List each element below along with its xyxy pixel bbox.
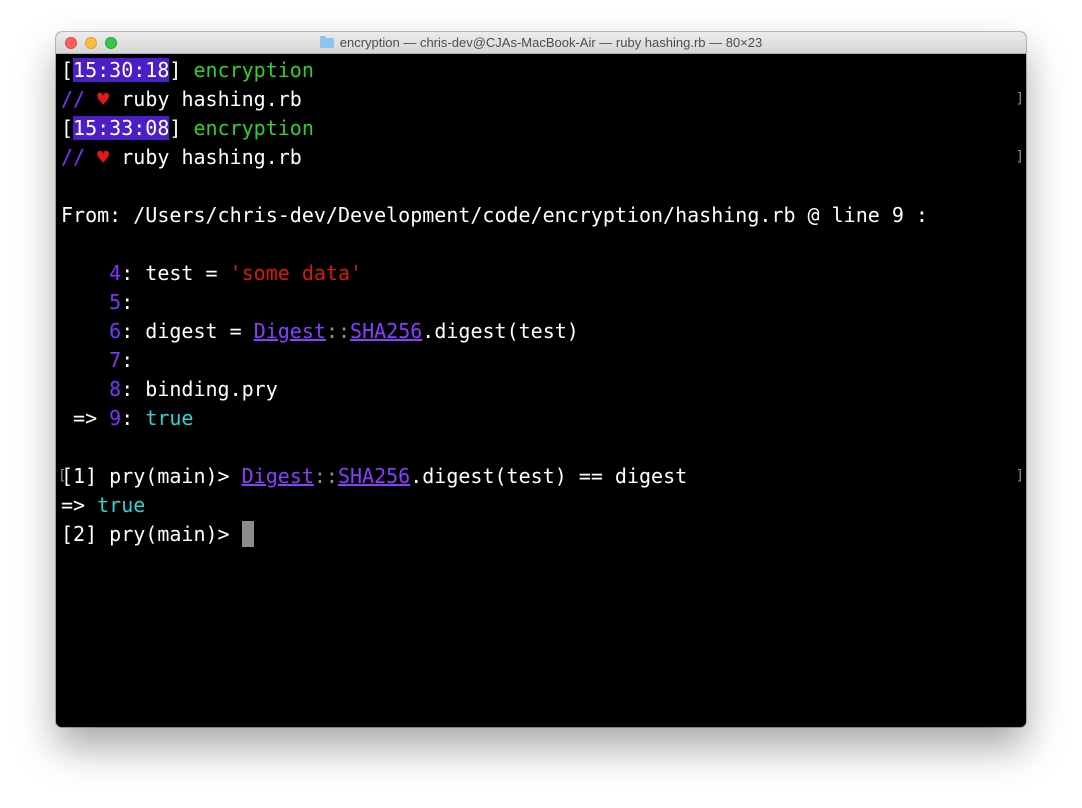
text-cursor xyxy=(241,521,254,547)
bracket-close: ] xyxy=(169,116,182,140)
pry-prompt: [1] pry(main)> xyxy=(61,464,242,488)
repl-result-line: => true xyxy=(61,493,146,517)
repl-input-line: [1] pry(main)> Digest::SHA256.digest(tes… xyxy=(61,464,688,488)
terminal-content[interactable]: [15:30:18] encryption // ♥ ruby hashing.… xyxy=(56,54,1026,727)
code-line-7: 7: xyxy=(109,348,134,372)
title-bar[interactable]: encryption — chris-dev@CJAs-MacBook-Air … xyxy=(56,32,1026,54)
line-marker: ] xyxy=(1015,91,1024,107)
code-line-6: 6: digest = Digest::SHA256.digest(test) xyxy=(109,319,579,343)
line-marker: ] xyxy=(1015,149,1024,165)
repl-input-line[interactable]: [2] pry(main)> xyxy=(61,520,254,549)
timestamp: 15:33:08 xyxy=(73,116,170,140)
prompt-line: [15:30:18] encryption xyxy=(61,56,314,85)
line-marker: [ xyxy=(58,468,67,484)
command-text: ruby hashing.rb xyxy=(121,145,302,169)
window-title-wrap: encryption — chris-dev@CJAs-MacBook-Air … xyxy=(56,32,1026,53)
bracket-close: ] xyxy=(169,58,182,82)
timestamp: 15:30:18 xyxy=(73,58,170,82)
prompt-slashes: // xyxy=(61,145,86,169)
command-line: // ♥ ruby hashing.rb xyxy=(61,85,302,114)
line-number: 6 xyxy=(109,319,122,343)
module-link[interactable]: SHA256 xyxy=(350,319,422,343)
module-link[interactable]: Digest xyxy=(242,464,314,488)
code-line-9: => 9: true xyxy=(61,406,194,430)
directory-name: encryption xyxy=(193,58,314,82)
line-number: 9 xyxy=(109,406,122,430)
code-line-8: 8: binding.pry xyxy=(109,377,278,401)
line-number: 7 xyxy=(109,348,122,372)
code-line-5: 5: xyxy=(109,290,134,314)
prompt-line: [15:33:08] encryption xyxy=(61,114,314,143)
boolean-literal: true xyxy=(145,406,194,430)
line-number: 8 xyxy=(109,377,122,401)
pry-prompt: [2] pry(main)> xyxy=(61,522,242,546)
prompt-slashes: // xyxy=(61,87,86,111)
line-marker: ] xyxy=(1015,468,1024,484)
code-line-4: 4: test = 'some data' xyxy=(109,261,363,285)
module-link[interactable]: SHA256 xyxy=(338,464,410,488)
terminal-window: encryption — chris-dev@CJAs-MacBook-Air … xyxy=(56,32,1026,727)
bracket-open: [ xyxy=(61,58,74,82)
boolean-literal: true xyxy=(97,493,146,517)
heart-icon: ♥ xyxy=(97,145,110,169)
directory-name: encryption xyxy=(193,116,314,140)
line-number: 5 xyxy=(109,290,122,314)
window-title: encryption — chris-dev@CJAs-MacBook-Air … xyxy=(339,35,763,50)
heart-icon: ♥ xyxy=(97,87,110,111)
bracket-open: [ xyxy=(61,116,74,140)
line-number: 4 xyxy=(109,261,122,285)
command-line: // ♥ ruby hashing.rb xyxy=(61,143,302,172)
current-line-arrow: => xyxy=(61,406,110,430)
string-literal: 'some data' xyxy=(229,261,363,285)
command-text: ruby hashing.rb xyxy=(121,87,302,111)
module-link[interactable]: Digest xyxy=(254,319,326,343)
folder-icon xyxy=(319,35,334,48)
from-line: From: /Users/chris-dev/Development/code/… xyxy=(61,203,928,227)
